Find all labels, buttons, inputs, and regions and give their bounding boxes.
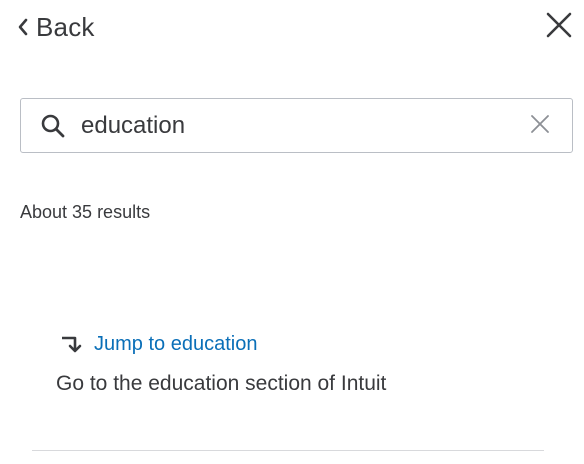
list-item: Jump to education Go to the education se… — [56, 330, 536, 398]
result-description: Go to the education section of Intuit — [56, 372, 387, 395]
back-button[interactable]: Back — [16, 10, 95, 44]
results-count: About 35 results — [20, 202, 151, 222]
close-icon — [546, 12, 572, 43]
search-input[interactable] — [81, 107, 521, 145]
panel-header: Back — [0, 0, 584, 56]
clear-icon — [530, 114, 550, 139]
close-button[interactable] — [542, 10, 576, 44]
jump-row: Jump to education — [56, 330, 536, 358]
jump-arrow-icon — [58, 331, 86, 357]
search-box — [20, 98, 573, 153]
search-icon — [39, 112, 67, 140]
jump-to-link[interactable]: Jump to education — [94, 333, 257, 356]
back-label: Back — [36, 12, 95, 42]
clear-search-button[interactable] — [527, 113, 553, 139]
chevron-left-icon — [16, 17, 30, 37]
divider — [32, 450, 544, 451]
